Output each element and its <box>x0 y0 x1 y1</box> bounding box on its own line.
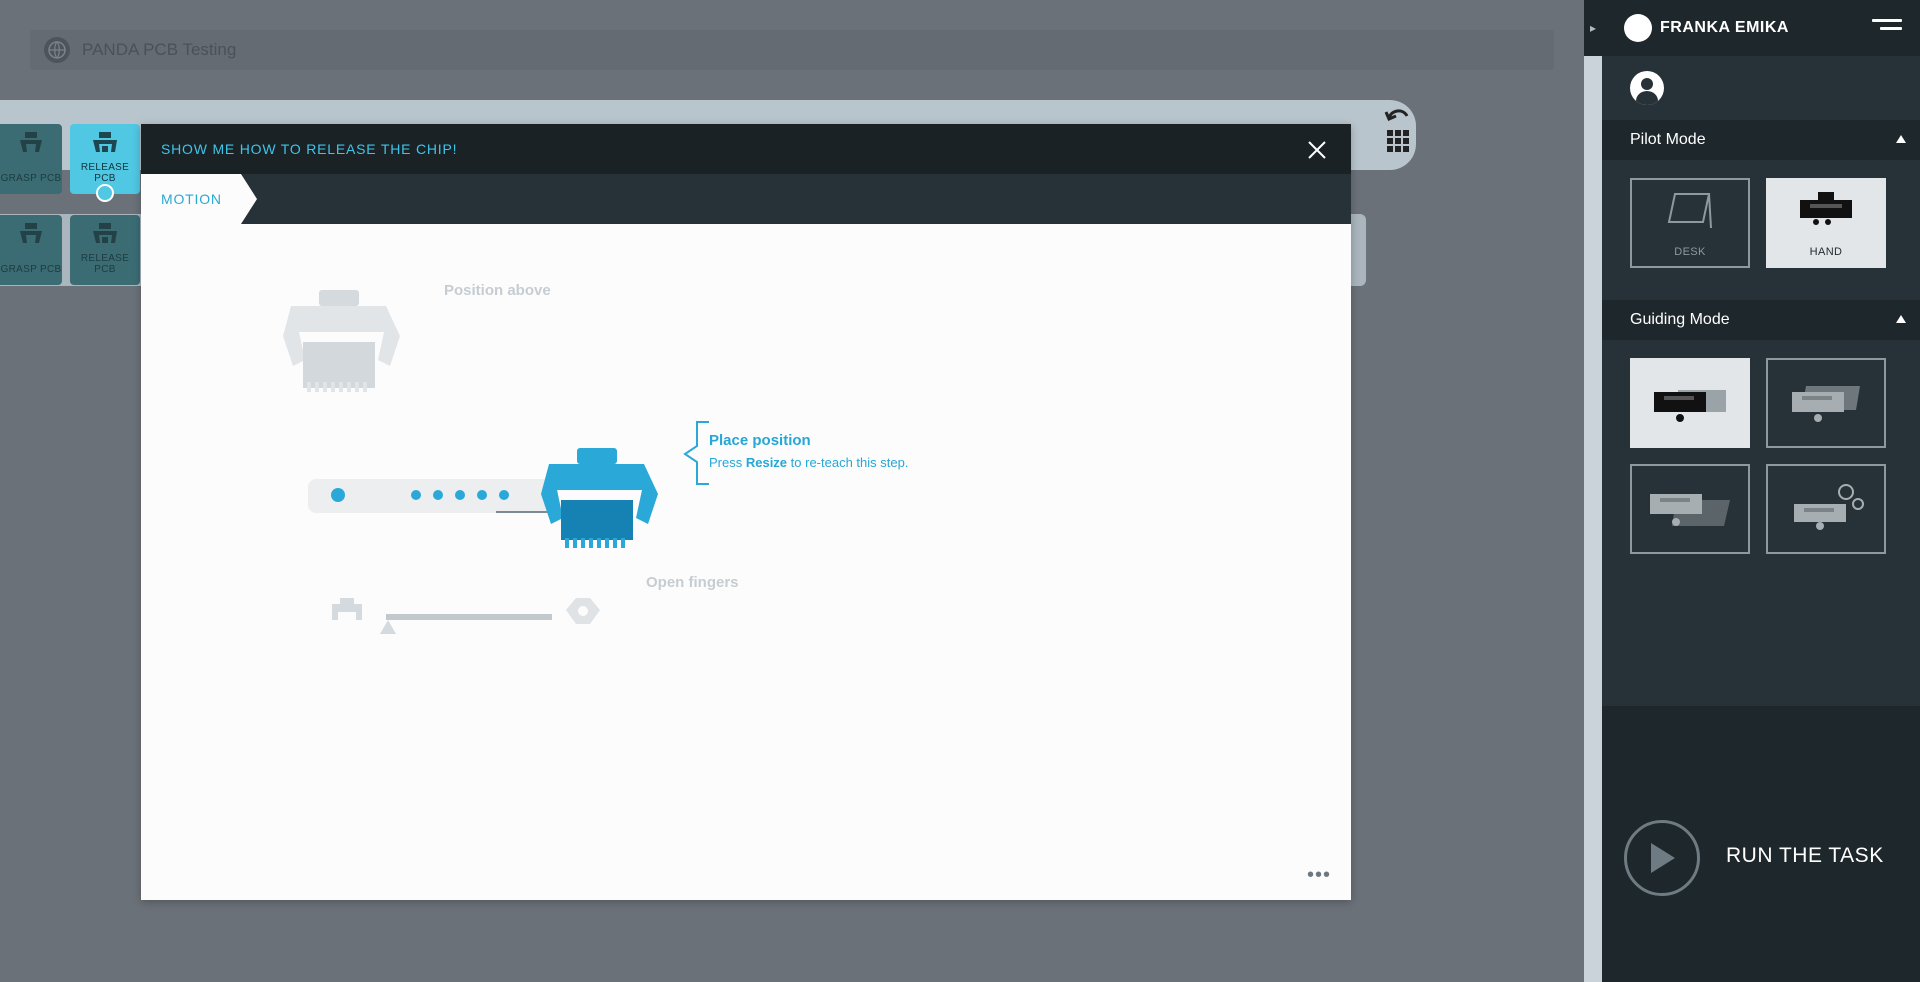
hand-pilot-icon <box>1798 190 1854 233</box>
app-grasp-pcb[interactable]: GRASP PCB <box>0 124 62 194</box>
hamburger-menu-icon[interactable] <box>1872 19 1902 35</box>
avatar-icon[interactable] <box>1630 71 1664 105</box>
guiding-custom-icon <box>1786 480 1866 535</box>
collapse-triangle-icon[interactable] <box>1896 315 1906 323</box>
gripper-place-illustration[interactable] <box>529 446 664 556</box>
dialog-tabs: MOTION <box>141 174 1351 224</box>
gripper-open-icon <box>90 221 120 254</box>
run-task-label[interactable]: RUN THE TASK <box>1726 844 1884 868</box>
collapse-sidebar-icon[interactable]: ▸ <box>1584 0 1602 56</box>
app-release-pcb-2[interactable]: RELEASE PCB <box>70 215 140 285</box>
guiding-translation-icon <box>1650 382 1730 429</box>
dialog-body: Position above Place position Press Resi… <box>141 224 1351 900</box>
user-row <box>1602 56 1920 120</box>
pilot-hand-tile[interactable]: HAND <box>1766 178 1886 268</box>
play-button[interactable] <box>1624 820 1700 896</box>
close-icon[interactable] <box>1307 140 1327 160</box>
guiding-mode-header[interactable]: Guiding Mode <box>1602 300 1920 340</box>
app-grid-button[interactable] <box>1380 104 1416 160</box>
guiding-free-icon <box>1646 486 1734 537</box>
pilot-mode-title: Pilot Mode <box>1630 131 1706 148</box>
callout-bracket <box>683 421 709 485</box>
undo-grid-icon <box>1384 109 1409 152</box>
guiding-custom-tile[interactable] <box>1766 464 1886 554</box>
tile-label: DESK <box>1674 246 1706 258</box>
gripper-icon <box>16 130 46 163</box>
pilot-mode-header[interactable]: Pilot Mode <box>1602 120 1920 160</box>
step-open-fingers[interactable]: Open fingers <box>646 574 739 591</box>
sidebar-content: Pilot Mode DESK HAND Guiding Mode <box>1602 56 1920 572</box>
run-task-panel: RUN THE TASK <box>1602 706 1920 982</box>
gripper-icon <box>16 221 46 254</box>
more-options-icon[interactable]: ••• <box>1307 865 1331 885</box>
brand-name: FRANKA EMIKA <box>1660 19 1789 36</box>
sidebar-header: ▸ FRANKA EMIKA <box>1584 0 1920 56</box>
collapse-triangle-icon[interactable] <box>1896 135 1906 143</box>
step-place-position[interactable]: Place position <box>709 432 811 449</box>
app-label: RELEASE PCB <box>80 162 130 184</box>
edit-badge-icon[interactable] <box>96 184 114 202</box>
release-chip-dialog: SHOW ME HOW TO RELEASE THE CHIP! MOTION … <box>141 124 1351 900</box>
globe-icon <box>44 37 70 63</box>
app-label: RELEASE PCB <box>80 253 130 275</box>
guiding-mode-tiles <box>1602 340 1920 572</box>
step-place-hint: Press Resize to re-teach this step. <box>709 455 909 470</box>
app-release-pcb-active[interactable]: RELEASE PCB <box>70 124 140 202</box>
gripper-above-illustration[interactable] <box>271 288 406 398</box>
dialog-header: SHOW ME HOW TO RELEASE THE CHIP! <box>141 124 1351 174</box>
app-label: GRASP PCB <box>0 264 62 275</box>
tile-label: HAND <box>1809 246 1843 258</box>
desk-tablet-icon <box>1665 190 1715 233</box>
gripper-open-icon <box>90 130 120 163</box>
app-grasp-pcb-2[interactable]: GRASP PCB <box>0 215 62 285</box>
pilot-mode-tiles: DESK HAND <box>1602 160 1920 286</box>
step-position-above[interactable]: Position above <box>444 282 551 299</box>
tab-motion[interactable]: MOTION <box>141 174 257 224</box>
guiding-rotation-tile[interactable] <box>1766 358 1886 448</box>
guiding-free-tile[interactable] <box>1630 464 1750 554</box>
task-title: PANDA PCB Testing <box>82 40 237 59</box>
play-icon <box>1651 843 1675 873</box>
pilot-desk-tile[interactable]: DESK <box>1630 178 1750 268</box>
guiding-mode-title: Guiding Mode <box>1630 311 1730 328</box>
guiding-rotation-icon <box>1786 382 1866 429</box>
dialog-title: SHOW ME HOW TO RELEASE THE CHIP! <box>161 141 458 157</box>
sidebar-edge <box>1584 56 1602 982</box>
finger-width-slider-illustration <box>332 598 600 634</box>
guiding-translation-tile[interactable] <box>1630 358 1750 448</box>
app-label: GRASP PCB <box>0 173 62 184</box>
task-title-bar[interactable]: PANDA PCB Testing <box>30 30 1554 70</box>
franka-logo-icon <box>1624 14 1652 42</box>
